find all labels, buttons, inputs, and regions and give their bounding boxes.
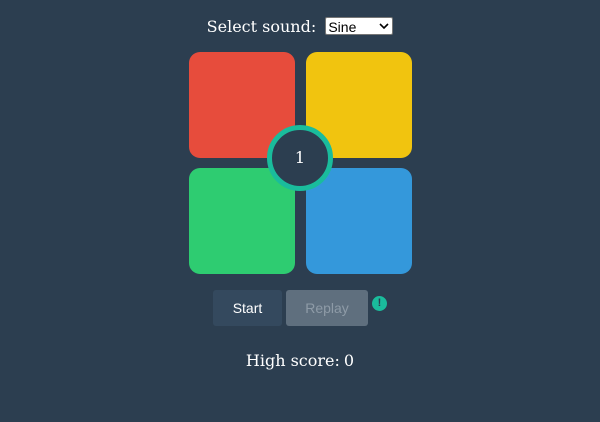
start-button[interactable]: Start [213,290,282,326]
sound-label: Select sound: [206,17,317,36]
chevron-down-icon [379,23,389,30]
high-score: High score: 0 [0,350,600,372]
round-counter: 1 [267,125,333,191]
sound-selector-row: Select sound: Sine [0,16,600,38]
replay-button[interactable]: Replay [286,290,368,326]
exclamation-circle-icon: ! [372,296,387,311]
high-score-value: 0 [343,351,355,370]
high-score-label: High score: [245,351,340,370]
sound-select[interactable]: Sine [325,17,394,35]
sound-select-value: Sine [328,19,357,35]
pad-blue[interactable] [306,168,412,274]
